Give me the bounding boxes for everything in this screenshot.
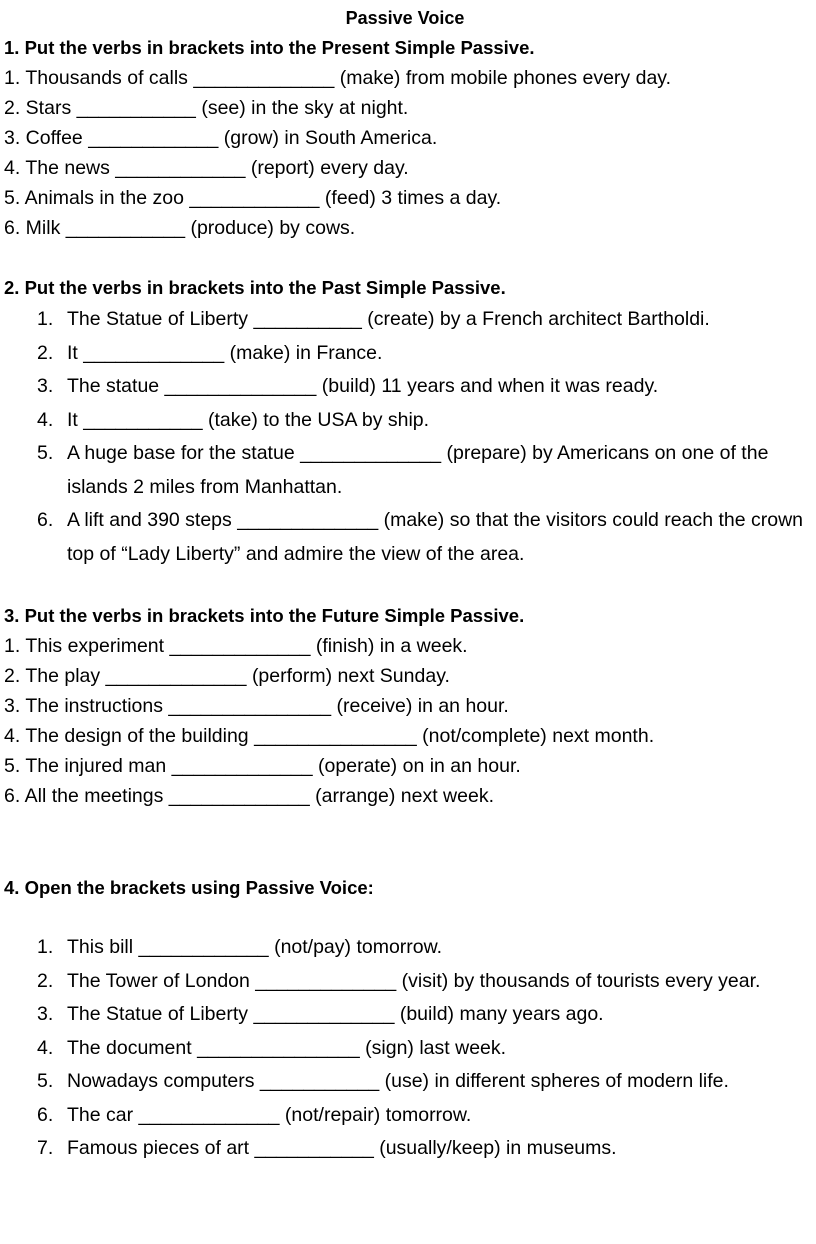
- list-item-number: 7.: [37, 1137, 54, 1159]
- list-item: 6. Milk ___________ (produce) by cows.: [4, 217, 356, 239]
- list-item: 4. The document _______________ (sign) la…: [4, 1032, 814, 1066]
- list-item: 5. A huge base for the statue ___________…: [4, 437, 814, 504]
- list-item-number: 5.: [37, 1070, 54, 1092]
- heading-spacer: [4, 903, 814, 931]
- list-item-number: 4.: [37, 1036, 54, 1059]
- exercise-list-2: 1. The Statue of Liberty __________ (crea…: [4, 303, 814, 571]
- list-item-number: 3.: [37, 1003, 54, 1025]
- list-item-text: It ___________ (take) to the USA by ship…: [67, 408, 430, 431]
- list-item: 2. The Tower of London _____________ (vis…: [4, 965, 814, 999]
- list-item: 7. Famous pieces of art ___________ (usua…: [4, 1132, 814, 1166]
- worksheet-page: Passive Voice 1. Put the verbs in bracke…: [0, 0, 816, 1244]
- exercise-list-4: 1. This bill ____________ (not/pay) tomor…: [4, 931, 814, 1166]
- list-item-text: A lift and 390 steps _____________ (make…: [67, 509, 804, 565]
- list-item-text: It _____________ (make) in France.: [67, 341, 383, 364]
- list-item: 2. The play _____________ (perform) next…: [4, 665, 450, 687]
- list-item: 1. The Statue of Liberty __________ (crea…: [4, 303, 814, 337]
- list-item-text: The Statue of Liberty _____________ (bui…: [67, 1003, 604, 1025]
- section-heading-3: 3. Put the verbs in brackets into the Fu…: [4, 605, 525, 626]
- list-item-number: 2.: [37, 969, 54, 992]
- list-item-text: Famous pieces of art ___________ (usuall…: [67, 1137, 617, 1159]
- list-item-number: 6.: [37, 1103, 54, 1126]
- list-item: 6. The car _____________ (not/repair) tom…: [4, 1099, 814, 1133]
- list-item-number: 2.: [37, 341, 54, 364]
- list-item-text: This bill ____________ (not/pay) tomorro…: [67, 936, 443, 958]
- list-item: 3. Coffee ____________ (grow) in South A…: [4, 127, 438, 149]
- list-item: 3. The statue ______________ (build) 11 y…: [4, 370, 814, 404]
- list-item-number: 5.: [37, 442, 54, 464]
- list-item-number: 1.: [37, 936, 54, 958]
- list-item: 4. It ___________ (take) to the USA by sh…: [4, 404, 814, 438]
- exercise-list-1: 1. Thousands of calls _____________ (mak…: [4, 63, 814, 243]
- list-item: 3. The Statue of Liberty _____________ (b…: [4, 998, 814, 1032]
- section-heading-2: 2. Put the verbs in brackets into the Pa…: [4, 277, 506, 298]
- list-item-text: Nowadays computers ___________ (use) in …: [67, 1070, 729, 1092]
- list-item-number: 6.: [37, 509, 54, 531]
- page-title: Passive Voice: [345, 8, 465, 28]
- list-item: 5. The injured man _____________ (operat…: [4, 755, 521, 777]
- list-item-text: A huge base for the statue _____________…: [67, 442, 769, 498]
- list-item-number: 1.: [37, 308, 54, 330]
- list-item: 6. A lift and 390 steps _____________ (m…: [4, 504, 814, 571]
- list-item: 2. Stars ___________ (see) in the sky at…: [4, 97, 409, 119]
- list-item: 6. All the meetings _____________ (arran…: [4, 785, 494, 807]
- list-item: 4. The news ____________ (report) every …: [4, 157, 409, 179]
- list-item: 1. This bill ____________ (not/pay) tomor…: [4, 931, 814, 965]
- list-item: 1. This experiment _____________ (finish…: [4, 635, 468, 657]
- list-item-text: The statue ______________ (build) 11 yea…: [67, 375, 659, 397]
- list-item-number: 4.: [37, 408, 54, 431]
- section-heading-4: 4. Open the brackets using Passive Voice…: [4, 877, 374, 898]
- list-item-text: The Tower of London _____________ (visit…: [67, 969, 761, 992]
- list-item-text: The car _____________ (not/repair) tomor…: [67, 1103, 472, 1126]
- section-heading-1: 1. Put the verbs in brackets into the Pr…: [4, 37, 535, 58]
- exercise-list-3: 1. This experiment _____________ (finish…: [4, 631, 814, 811]
- list-item: 2. It _____________ (make) in France.: [4, 337, 814, 371]
- list-item: 5. Animals in the zoo ____________ (feed…: [4, 187, 502, 209]
- list-item: 4. The design of the building __________…: [4, 725, 655, 747]
- list-item: 3. The instructions _______________ (rec…: [4, 695, 509, 717]
- list-item-number: 3.: [37, 375, 54, 397]
- list-item: 5. Nowadays computers ___________ (use) i…: [4, 1065, 814, 1099]
- list-item-text: The Statue of Liberty __________ (create…: [67, 308, 710, 330]
- list-item-text: The document _______________ (sign) last…: [67, 1036, 507, 1059]
- list-item: 1. Thousands of calls _____________ (mak…: [4, 67, 672, 89]
